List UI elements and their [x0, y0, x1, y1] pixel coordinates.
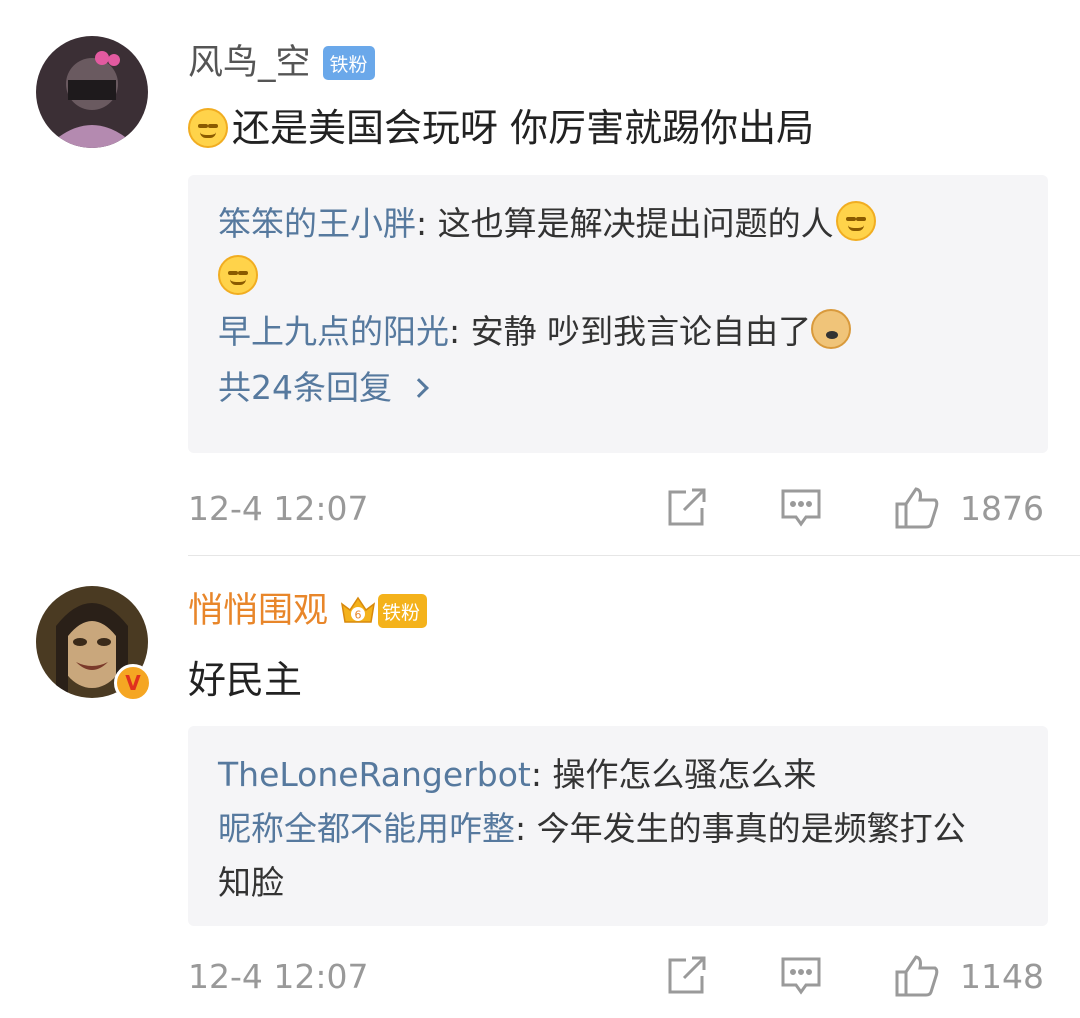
reply-item: 昵称全都不能用咋整: 今年发生的事真的是频繁打公知脸	[218, 802, 978, 910]
like-icon	[895, 487, 939, 529]
fan-badge[interactable]: 铁粉	[378, 594, 428, 628]
reply-text: : 这也算是解决提出问题的人	[416, 204, 834, 243]
comment-text-row: 好民主	[188, 652, 302, 708]
verified-icon: V	[114, 664, 152, 702]
like-count: 1148	[960, 956, 1044, 996]
share-icon	[668, 488, 706, 526]
username[interactable]: 风鸟_空	[188, 38, 311, 88]
verified-mark: V	[125, 671, 141, 695]
smile-emoji-icon	[218, 255, 258, 295]
like-icon	[895, 955, 939, 997]
comment-header: 悄悄围观 6 铁粉	[188, 586, 428, 636]
reply-username[interactable]: 早上九点的阳光	[218, 312, 449, 351]
reply-text: : 安静 吵到我言论自由了	[449, 312, 812, 351]
smile-emoji-icon	[188, 108, 228, 148]
reply-item: TheLoneRangerbot: 操作怎么骚怎么来	[218, 748, 1018, 802]
comment-text: 好民主	[188, 658, 303, 702]
comment-footer: 12-4 12:07 1876	[188, 480, 1044, 536]
timestamp: 12-4 12:07	[188, 956, 369, 996]
crown-icon[interactable]: 6	[340, 594, 376, 628]
username[interactable]: 悄悄围观	[188, 586, 328, 636]
share-button[interactable]	[666, 956, 708, 996]
reply-username[interactable]: 笨笨的王小胖	[218, 204, 416, 243]
smile-emoji-icon	[835, 201, 876, 241]
reply-text: : 操作怎么骚怎么来	[530, 755, 817, 794]
reply-preview[interactable]: TheLoneRangerbot: 操作怎么骚怎么来 昵称全都不能用咋整: 今年…	[188, 726, 1048, 926]
like-button[interactable]: 1148	[894, 954, 1044, 998]
doge-emoji-icon	[811, 309, 852, 349]
reply-username[interactable]: 昵称全都不能用咋整	[218, 809, 515, 848]
more-replies-link[interactable]: 共24条回复	[218, 361, 429, 415]
reply-preview[interactable]: 笨笨的王小胖: 这也算是解决提出问题的人 早上九点的阳光: 安静 吵到我言论自由…	[188, 175, 1048, 453]
comment-header: 风鸟_空 铁粉	[188, 38, 375, 88]
fan-badge[interactable]: 铁粉	[322, 46, 375, 80]
share-button[interactable]	[666, 488, 708, 528]
comment-text-row: 还是美国会玩呀 你厉害就踢你出局	[188, 100, 814, 156]
chevron-right-icon	[409, 378, 429, 398]
reply-username[interactable]: TheLoneRangerbot	[218, 755, 531, 794]
comment-icon	[781, 957, 821, 995]
comment-button[interactable]	[780, 488, 822, 528]
comment-icon	[781, 489, 821, 527]
timestamp: 12-4 12:07	[188, 488, 369, 528]
crown-level: 6	[355, 609, 362, 622]
reply-item: 早上九点的阳光: 安静 吵到我言论自由了	[218, 305, 1018, 359]
more-replies-label: 共24条回复	[218, 368, 392, 407]
avatar[interactable]	[36, 36, 148, 148]
reply-item: 笨笨的王小胖: 这也算是解决提出问题的人	[218, 197, 1018, 305]
like-button[interactable]: 1876	[894, 486, 1044, 530]
divider	[188, 555, 1080, 556]
comment-text: 还是美国会玩呀 你厉害就踢你出局	[232, 106, 815, 150]
like-count: 1876	[960, 488, 1044, 528]
share-icon	[668, 956, 706, 994]
comment-footer: 12-4 12:07 1148	[188, 948, 1044, 1004]
comment-button[interactable]	[780, 956, 822, 996]
avatar[interactable]: V	[36, 586, 152, 702]
